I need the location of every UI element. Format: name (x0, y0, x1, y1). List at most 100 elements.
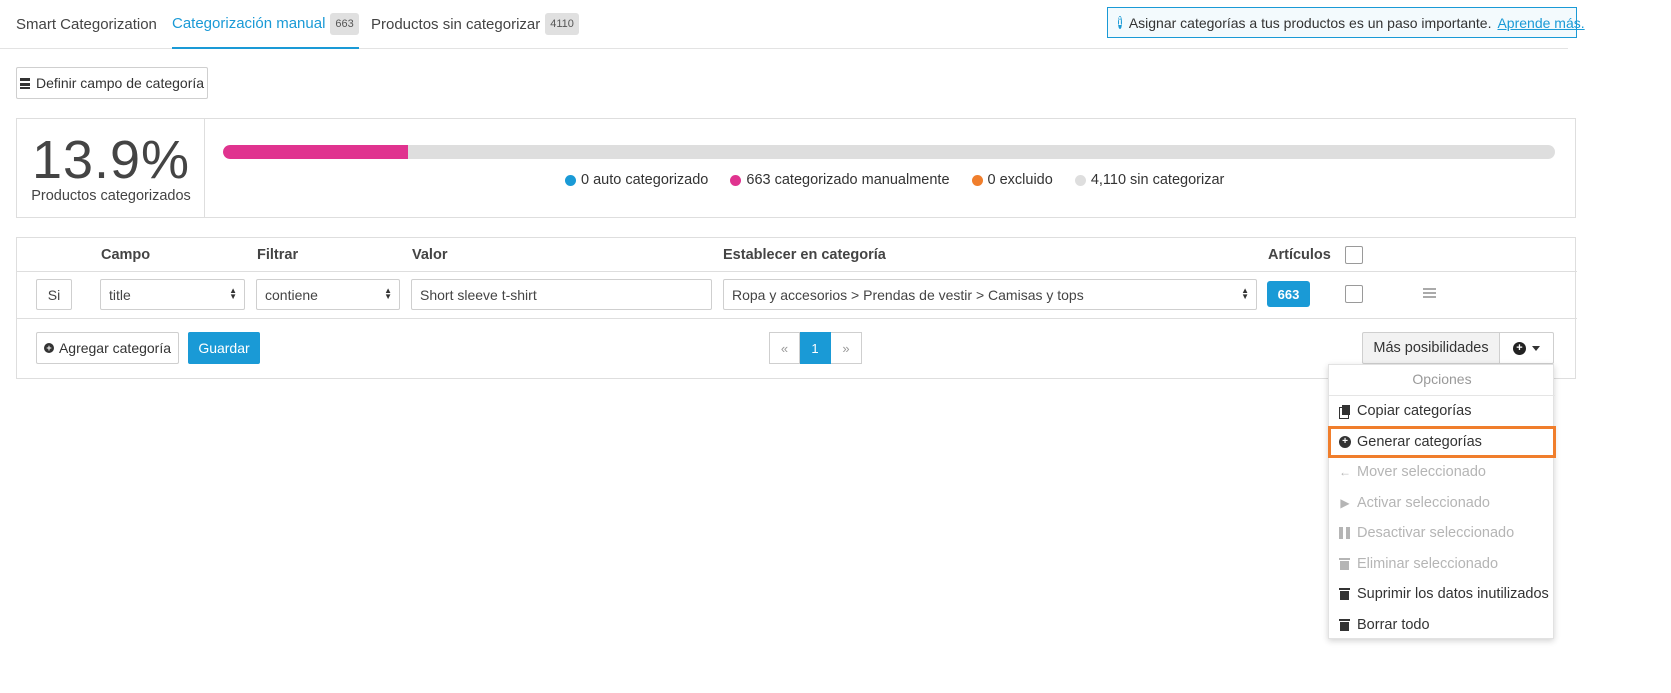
select-arrows-icon: ▲ ▼ (1241, 286, 1249, 301)
tab-label: Productos sin categorizar (371, 15, 541, 33)
legend-item-excluded: 0 excluido (971, 172, 1053, 188)
articles-count: 663 (1277, 286, 1300, 302)
arrow-left-icon: ← (1339, 465, 1351, 479)
valor-value: Short sleeve t-shirt (420, 286, 537, 303)
tab-productos-sin-categorizar[interactable]: Productos sin categorizar 4110 (371, 0, 579, 48)
campo-select[interactable]: title ▲ ▼ (100, 279, 245, 310)
define-category-field-label: Definir campo de categoría (35, 75, 205, 91)
options-dropdown-menu: Opciones Copiar categorías + Generar cat… (1328, 364, 1556, 640)
menu-item-label: Activar seleccionado (1357, 495, 1490, 511)
menu-item-label: Suprimir los datos inutilizados (1357, 586, 1549, 602)
categorized-percent: 13.9% (31, 130, 191, 190)
save-label: Guardar (198, 340, 250, 356)
legend-item-uncategorized: 4,110 sin categorizar (1074, 172, 1225, 188)
pause-icon (1339, 527, 1350, 539)
define-category-field-button[interactable]: Definir campo de categoría (16, 67, 208, 99)
filtrar-select[interactable]: contiene ▲ ▼ (256, 279, 400, 310)
options-dropdown-toggle[interactable]: + (1499, 332, 1554, 364)
legend-dot (565, 174, 576, 186)
save-button[interactable]: Guardar (188, 332, 260, 364)
tab-smart-categorization[interactable]: Smart Categorization (16, 0, 157, 48)
info-banner-text: Asignar categorías a tus productos es un… (1128, 14, 1492, 31)
plus-circle-icon: + (43, 343, 54, 353)
legend-label: 663 categorizado manualmente (746, 172, 950, 188)
more-options-button[interactable]: Más posibilidades (1362, 332, 1500, 364)
learn-more-link[interactable]: Aprende más. (1497, 15, 1584, 31)
tab-count-badge: 4110 (545, 13, 579, 35)
info-banner: i Asignar categorías a tus productos es … (1107, 7, 1585, 38)
legend-item-manual: 663 categorizado manualmente (730, 172, 950, 188)
legend-label: 0 auto categorizado (581, 172, 709, 188)
select-arrows-icon: ▲ ▼ (229, 286, 237, 301)
pagination-next[interactable]: » (831, 332, 862, 364)
pagination-prev[interactable]: « (769, 332, 800, 364)
categorization-stats-panel: 13.9% Productos categorizados 0 auto cat… (16, 118, 1576, 218)
menu-item-label: Generar categorías (1357, 434, 1482, 450)
menu-item-suprimir-datos[interactable]: Suprimir los datos inutilizados (1329, 579, 1555, 609)
categoria-select[interactable]: Ropa y accesorios > Prendas de vestir > … (723, 279, 1257, 310)
add-category-button[interactable]: + Agregar categoría (36, 332, 179, 364)
tab-label: Smart Categorization (16, 15, 157, 33)
categorization-progress-bar (223, 145, 1555, 159)
menu-item-label: Mover seleccionado (1357, 464, 1486, 480)
menu-item-mover-seleccionado[interactable]: ← Mover seleccionado (1329, 457, 1555, 487)
header-categoria: Establecer en categoría (723, 247, 886, 263)
menu-item-activar-seleccionado[interactable]: ▶ Activar seleccionado (1329, 488, 1555, 518)
trash-icon (1339, 558, 1350, 570)
legend-dot (730, 174, 742, 186)
select-all-checkbox[interactable] (1345, 246, 1363, 264)
table-row: Si title ▲ ▼ contiene ▲ ▼ Short sleeve t-s… (17, 272, 1577, 319)
progress-legend: 0 auto categorizado 663 categorizado man… (565, 172, 1246, 188)
categoria-value: Ropa y accesorios > Prendas de vestir > … (732, 286, 1084, 303)
trash-icon (1339, 619, 1350, 631)
menu-item-label: Eliminar seleccionado (1357, 556, 1499, 572)
header-campo: Campo (101, 247, 151, 263)
table-header: Campo Filtrar Valor Establecer en catego… (17, 238, 1577, 272)
copy-icon (1339, 404, 1350, 419)
legend-dot (971, 174, 983, 186)
menu-item-generar-categorias[interactable]: + Generar categorías (1328, 426, 1556, 458)
tab-label: Categorización manual (172, 15, 326, 32)
play-icon: ▶ (1340, 496, 1350, 510)
pagination: « 1 » (769, 332, 862, 364)
trash-icon (1339, 588, 1350, 600)
chevron-down-icon (1532, 345, 1540, 351)
stats-summary: 13.9% Productos categorizados (17, 119, 205, 217)
menu-item-label: Desactivar seleccionado (1357, 525, 1515, 541)
plus-circle-icon: + (1513, 341, 1526, 355)
add-category-label: Agregar categoría (58, 340, 172, 356)
legend-label: 4,110 sin categorizar (1090, 172, 1225, 188)
condition-prefix-text: Si (47, 286, 61, 303)
progress-fill-manual (223, 145, 409, 159)
filtrar-value: contiene (265, 286, 318, 303)
tab-count-badge: 663 (330, 12, 359, 35)
plus-circle-icon: + (1339, 436, 1351, 448)
header-articulos: Artículos (1268, 247, 1331, 263)
valor-input[interactable]: Short sleeve t-shirt (411, 279, 712, 310)
category-rules-table: Campo Filtrar Valor Establecer en catego… (16, 237, 1577, 379)
header-filtrar: Filtrar (257, 247, 299, 263)
row-select-checkbox[interactable] (1345, 285, 1363, 303)
condition-prefix: Si (36, 279, 72, 310)
menu-item-desactivar-seleccionado[interactable]: Desactivar seleccionado (1329, 518, 1555, 548)
database-icon (19, 77, 30, 89)
campo-value: title (109, 286, 131, 303)
drag-handle-icon[interactable] (1423, 288, 1436, 298)
articles-count-badge[interactable]: 663 (1267, 281, 1310, 307)
categorized-caption: Productos categorizados (31, 188, 191, 204)
more-options-label: Más posibilidades (1373, 340, 1489, 356)
tab-bar: Smart Categorization Categorización manu… (0, 0, 1585, 49)
legend-label: 0 excluido (987, 172, 1053, 188)
menu-item-label: Copiar categorías (1357, 403, 1472, 419)
menu-item-borrar-todo[interactable]: Borrar todo (1329, 610, 1555, 640)
legend-dot (1074, 174, 1086, 186)
header-valor: Valor (412, 247, 448, 263)
menu-item-label: Borrar todo (1357, 617, 1430, 633)
legend-item-auto: 0 auto categorizado (565, 172, 708, 188)
menu-header: Opciones (1412, 371, 1472, 387)
tab-categorizacion-manual[interactable]: Categorización manual 663 (172, 0, 359, 49)
menu-item-copiar-categorias[interactable]: Copiar categorías (1329, 396, 1555, 426)
select-arrows-icon: ▲ ▼ (384, 286, 392, 301)
menu-item-eliminar-seleccionado[interactable]: Eliminar seleccionado (1329, 549, 1555, 579)
pagination-page-1[interactable]: 1 (800, 332, 831, 364)
